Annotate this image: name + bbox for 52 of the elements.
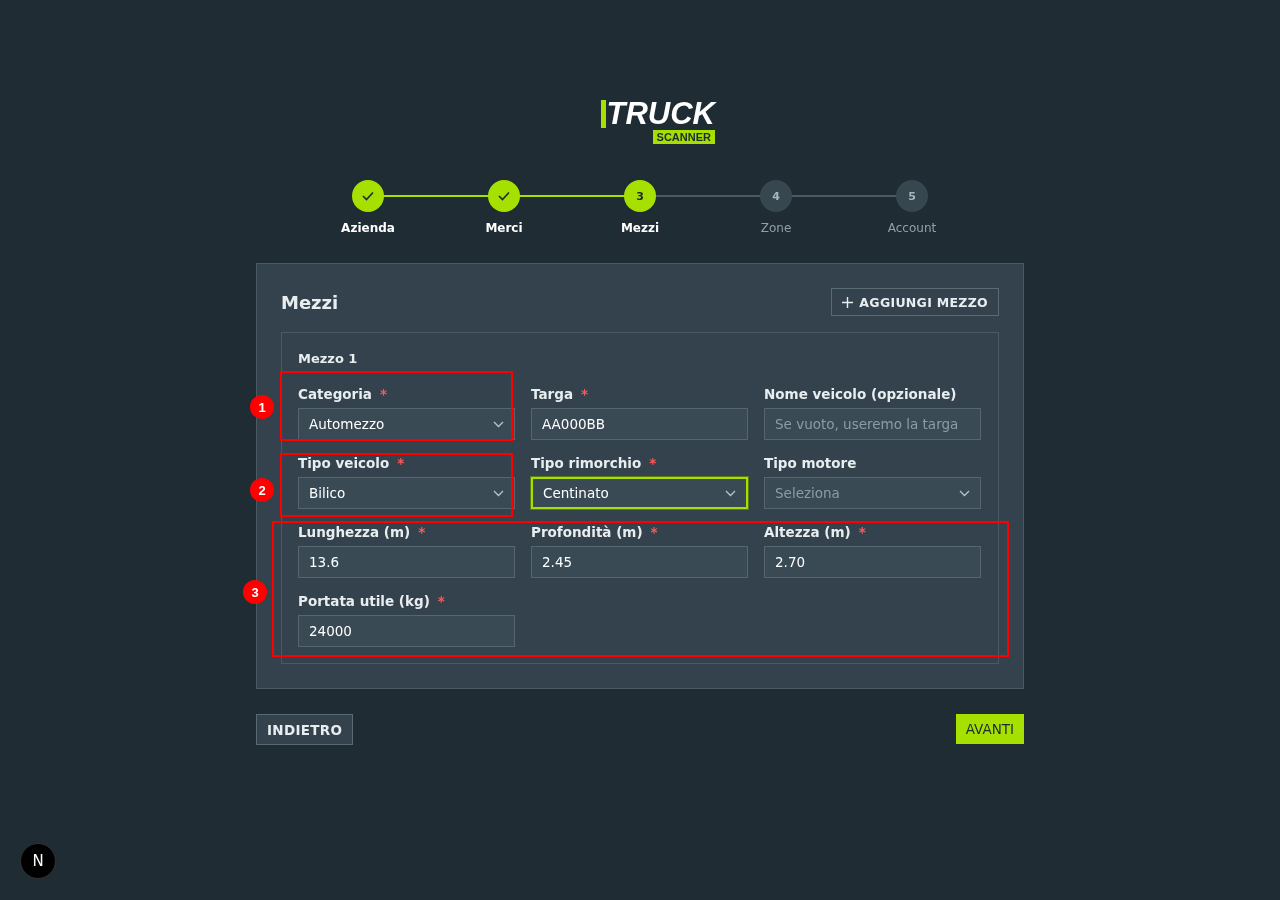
chevron-down-icon	[493, 420, 504, 428]
step-label: Azienda	[341, 221, 395, 235]
input-field[interactable]: 13.6	[298, 546, 515, 578]
field-label: Targa	[531, 386, 573, 402]
field-label: Profondità (m)	[531, 524, 643, 540]
card-title: Mezzi	[281, 291, 339, 313]
field-label: Categoria	[298, 386, 372, 402]
plus-icon	[842, 296, 854, 308]
required-mark: *	[397, 455, 405, 471]
field-label: Nome veicolo (opzionale)	[764, 386, 957, 402]
step-number: 3	[636, 189, 644, 203]
step-number: 4	[772, 189, 780, 203]
chevron-down-icon	[959, 489, 970, 497]
chevron-down-icon	[493, 489, 504, 497]
input-field[interactable]: 24000	[298, 615, 515, 647]
step-label: Zone	[760, 221, 792, 235]
input-field[interactable]: AA000BB	[531, 408, 748, 440]
annotation-number: 1	[250, 395, 274, 419]
required-mark: *	[437, 593, 445, 609]
field-label: Lunghezza (m)	[298, 524, 411, 540]
add-vehicle-button[interactable]: AGGIUNGI MEZZO	[831, 288, 999, 316]
required-mark: *	[379, 386, 388, 402]
vehicle-title: Mezzo 1	[298, 351, 359, 366]
step-label: Account	[887, 221, 937, 235]
input-field[interactable]: Se vuoto, useremo la targa	[764, 408, 981, 440]
field-label: Tipo motore	[764, 455, 857, 471]
required-mark: *	[418, 524, 426, 540]
input-field[interactable]: 2.70	[764, 546, 981, 578]
check-icon	[498, 191, 510, 201]
back-button[interactable]: INDIETRO	[256, 714, 354, 745]
step-number: 5	[908, 189, 916, 203]
field-label: Portata utile (kg)	[298, 593, 430, 609]
required-mark: *	[581, 386, 589, 402]
dropdown-field[interactable]: Bilico	[298, 477, 515, 509]
chevron-down-icon	[725, 489, 736, 497]
dropdown-field[interactable]: Centinato	[531, 477, 748, 509]
check-icon	[362, 191, 374, 201]
input-field[interactable]: 2.45	[531, 546, 748, 578]
step-label: Merci	[485, 221, 523, 235]
next-button[interactable]: AVANTI	[955, 714, 1024, 744]
dropdown-field[interactable]: Automezzo	[298, 408, 515, 440]
required-mark: *	[858, 524, 866, 540]
annotation-number: 3	[243, 580, 267, 604]
required-mark: *	[649, 455, 657, 471]
dev-badge[interactable]: N	[20, 843, 56, 879]
annotation-number: 2	[250, 478, 274, 502]
step-label: Mezzi	[620, 221, 660, 235]
field-label: Tipo rimorchio	[531, 455, 642, 471]
field-label: Altezza (m)	[764, 524, 851, 540]
logo-tag: SCANNER	[652, 130, 715, 144]
field-label: Tipo veicolo	[298, 455, 390, 471]
required-mark: *	[650, 524, 658, 540]
